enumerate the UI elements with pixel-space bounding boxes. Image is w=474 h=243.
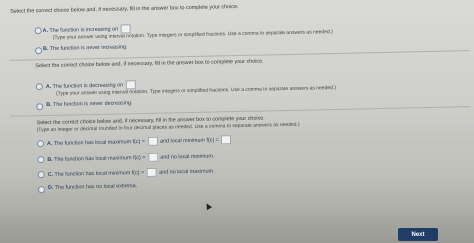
q3-a-max-box[interactable]: [147, 136, 158, 146]
q3-option-d-text: The function has no local extrema.: [54, 183, 138, 191]
q3-option-b[interactable]: B. The function has local maximum f(c) =…: [47, 152, 214, 164]
q3-option-a-radio[interactable]: [36, 140, 45, 148]
q2-option-b-radio[interactable]: [36, 103, 44, 111]
q1-answer-box[interactable]: [120, 24, 131, 34]
q1-option-b-radio[interactable]: [34, 47, 43, 55]
q2-option-a-radio[interactable]: [35, 83, 43, 91]
q3-option-c-letter: C.: [47, 171, 54, 178]
q3-option-d[interactable]: D. The function has no local extrema.: [48, 183, 137, 191]
q2-option-b[interactable]: B. The function is never decreasing.: [46, 100, 132, 108]
q3-option-a-text: The function has local maximum f(c) =: [53, 138, 146, 147]
q3-b-max-box[interactable]: [147, 152, 158, 162]
q1-option-b-text: The function is never increasing.: [49, 44, 128, 52]
q3-option-b-end: and no local minimum.: [160, 153, 215, 161]
next-button[interactable]: Next: [398, 228, 438, 241]
q3-option-b-text: The function has local maximum f(c) =: [54, 154, 146, 163]
q3-option-d-letter: D.: [47, 184, 54, 192]
q3-option-c-text: The function has local minimum f(c) =: [54, 169, 145, 178]
q2-option-a-letter: A.: [45, 83, 52, 90]
q3-option-c-radio[interactable]: [37, 171, 45, 179]
q2-answer-box[interactable]: [125, 80, 136, 90]
q2-option-b-text: The function is never decreasing.: [52, 100, 133, 108]
q3-c-min-box[interactable]: [146, 167, 157, 177]
q2-prompt: Select the correct choice below and, if …: [35, 58, 264, 70]
q1-option-a-letter: A.: [42, 27, 49, 35]
q3-option-a[interactable]: A. The function has local maximum f(c) =…: [47, 135, 233, 148]
q3-option-a-letter: A.: [46, 140, 53, 147]
q3-option-c-end: and no local maximum.: [159, 168, 215, 176]
q1-option-b[interactable]: B. The function is never increasing.: [43, 44, 128, 52]
question-page: Select the correct choice below and, if …: [0, 0, 474, 243]
q3-option-d-radio[interactable]: [37, 186, 46, 194]
q1-option-a-radio[interactable]: [34, 27, 42, 35]
q3-option-b-radio[interactable]: [37, 156, 45, 164]
q3-option-c[interactable]: C. The function has local minimum f(c) =…: [48, 167, 215, 179]
q1-option-b-letter: B.: [42, 45, 49, 53]
q1-prompt: Select the correct choice below and, if …: [10, 4, 239, 15]
q2-option-b-letter: B.: [46, 101, 52, 109]
q3-option-a-mid: and local minimum f(c) =: [159, 137, 219, 145]
q3-option-b-letter: B.: [47, 156, 53, 163]
q3-a-min-box[interactable]: [221, 135, 232, 145]
